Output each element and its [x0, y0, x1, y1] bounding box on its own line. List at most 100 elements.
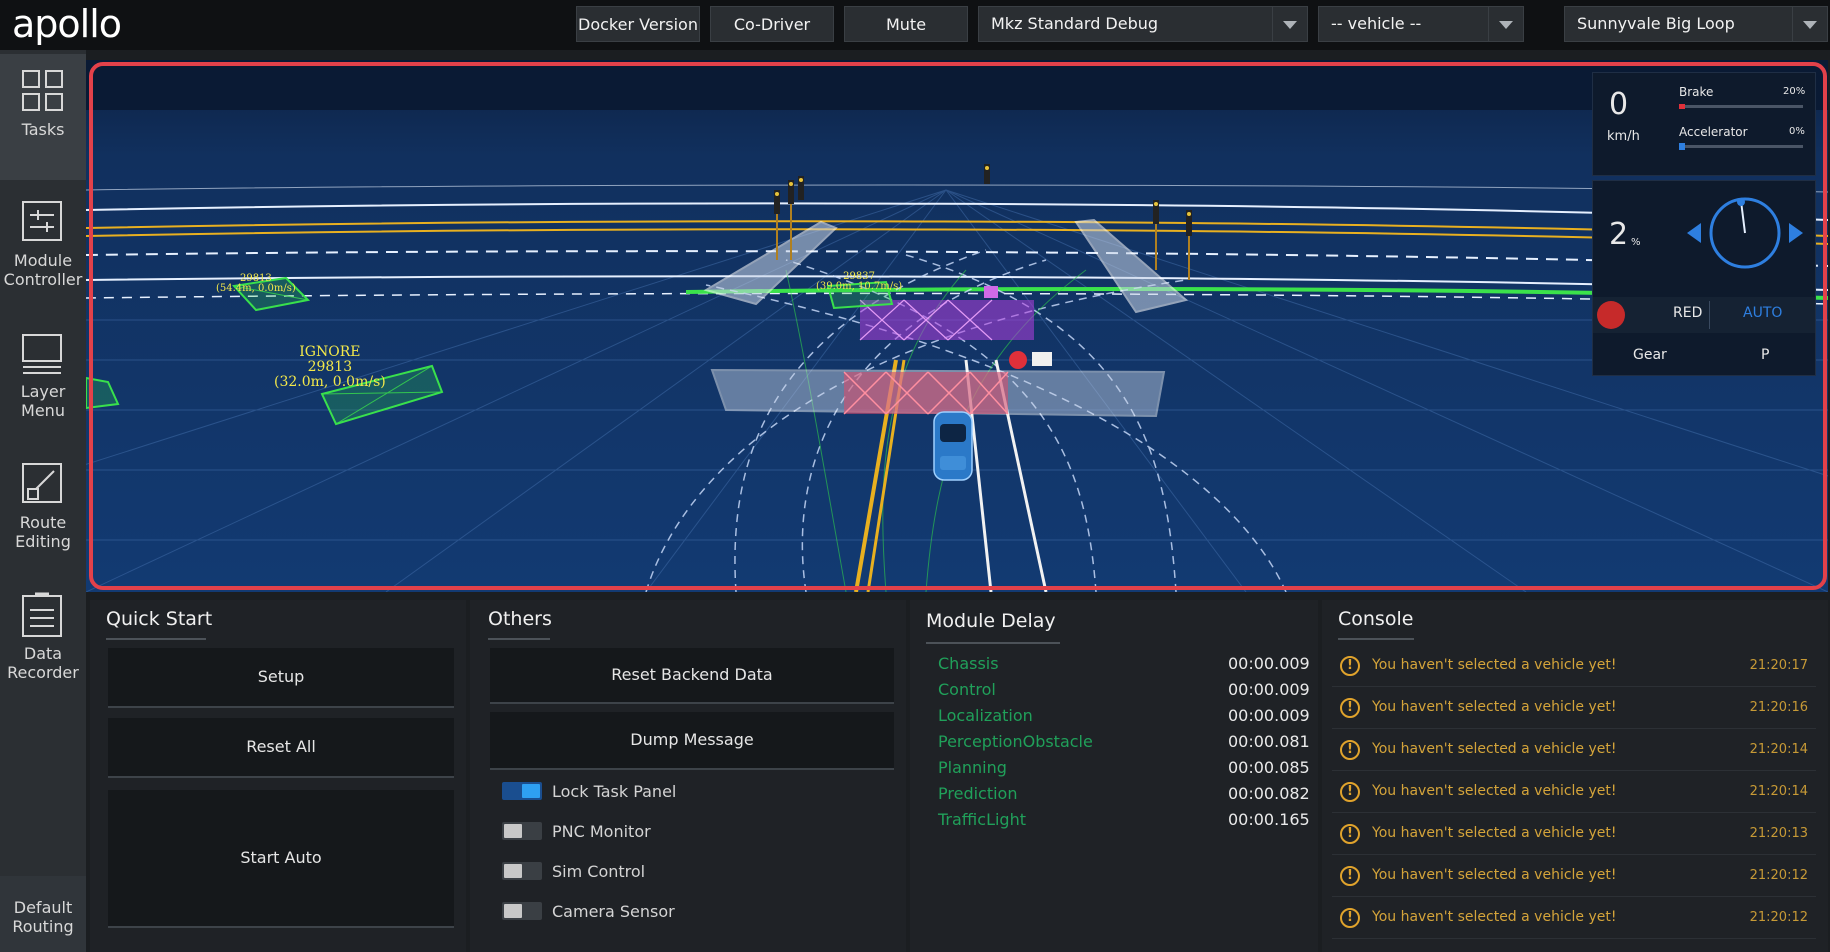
obstacle-distance: (39.0m, 10.7m/s): [816, 281, 903, 292]
console-message: ! You haven't selected a vehicle yet! 21…: [1332, 856, 1816, 897]
warning-icon: !: [1340, 908, 1360, 928]
sidebar-item-tasks[interactable]: Tasks: [0, 54, 86, 180]
title-underline: [488, 638, 550, 640]
sidebar-item-label: Module Controller: [3, 251, 83, 289]
toggle-knob: [504, 864, 522, 878]
sidebar-item-data-recorder[interactable]: Data Recorder: [0, 578, 86, 704]
camera-sensor-toggle[interactable]: [502, 902, 542, 920]
toggle-label: Camera Sensor: [552, 902, 675, 921]
sidebar-item-label: Default Routing: [12, 898, 74, 936]
route-editing-icon: [22, 463, 62, 503]
console-message-time: 21:20:12: [1749, 868, 1808, 883]
brake-value: 20%: [1783, 86, 1806, 97]
scene-view[interactable]: 29813 (54.4m, 0.0m/s) IGNORE 29813 (32.0…: [86, 60, 1828, 592]
traffic-signal-icon: [1597, 301, 1625, 329]
vehicle-select[interactable]: -- vehicle --: [1318, 6, 1524, 42]
layer-menu-icon: [22, 334, 62, 374]
chevron-down-icon: [1792, 7, 1827, 41]
console-message-time: 21:20:14: [1749, 784, 1808, 799]
console-message-time: 21:20:12: [1749, 910, 1808, 925]
mode-select[interactable]: Mkz Standard Debug: [978, 6, 1308, 42]
scene-graphics: [86, 60, 1828, 592]
gear-label: Gear: [1633, 347, 1667, 363]
obstacle-label: 29837 (39.0m, 10.7m/s): [816, 272, 902, 292]
module-name: PerceptionObstacle: [938, 732, 1093, 751]
sidebar-item-label: Layer Menu: [20, 382, 66, 420]
console-message-text: You haven't selected a vehicle yet!: [1372, 657, 1617, 673]
console-message-text: You haven't selected a vehicle yet!: [1372, 699, 1617, 715]
sim-control-toggle[interactable]: [502, 862, 542, 880]
chevron-down-icon: [1488, 7, 1523, 41]
top-bar: apollo Docker Version Co-Driver Mute Mkz…: [0, 0, 1830, 50]
panel-title: Module Delay: [926, 610, 1056, 632]
title-underline: [106, 638, 206, 640]
console-message: ! You haven't selected a vehicle yet! 21…: [1332, 688, 1816, 729]
console-message-text: You haven't selected a vehicle yet!: [1372, 741, 1617, 757]
apollo-logo: apollo: [12, 2, 122, 46]
co-driver-button[interactable]: Co-Driver: [710, 6, 834, 42]
module-name: TrafficLight: [938, 810, 1026, 829]
signal-label: RED: [1673, 305, 1703, 321]
warning-icon: !: [1340, 782, 1360, 802]
console-message-text: You haven't selected a vehicle yet!: [1372, 867, 1617, 883]
map-select[interactable]: Sunnyvale Big Loop: [1564, 6, 1828, 42]
others-panel: Others Reset Backend Data Dump Message L…: [470, 600, 906, 952]
reset-backend-data-button[interactable]: Reset Backend Data: [490, 648, 894, 704]
toggle-knob: [504, 904, 522, 918]
obstacle-distance: (32.0m, 0.0m/s): [274, 374, 386, 390]
warning-icon: !: [1340, 698, 1360, 718]
obstacle-decision: IGNORE: [299, 344, 361, 360]
obstacle-distance: (54.4m, 0.0m/s): [216, 283, 296, 294]
sidebar-item-module-controller[interactable]: Module Controller: [0, 185, 86, 311]
console-message-time: 21:20:14: [1749, 742, 1808, 757]
pnc-monitor-toggle[interactable]: [502, 822, 542, 840]
sidebar-item-label: Route Editing: [15, 513, 71, 551]
steering-value: 2: [1609, 217, 1629, 252]
obstacle-id: 29813: [307, 359, 353, 375]
obstacle-label: 29813 (54.4m, 0.0m/s): [216, 274, 296, 294]
obstacle-label: IGNORE 29813 (32.0m, 0.0m/s): [274, 345, 386, 390]
dump-message-button[interactable]: Dump Message: [490, 712, 894, 770]
toggle-label: PNC Monitor: [552, 822, 651, 841]
module-delay-value: 00:00.085: [1228, 758, 1310, 777]
console-message-time: 21:20:13: [1749, 826, 1808, 841]
module-delay-panel: Module Delay Chassis 00:00.009 Control 0…: [910, 600, 1318, 952]
module-name: Control: [938, 680, 996, 699]
accelerator-label: Accelerator: [1679, 125, 1748, 139]
warning-icon: !: [1340, 656, 1360, 676]
divider: [1709, 301, 1710, 329]
console-message: ! You haven't selected a vehicle yet! 21…: [1332, 772, 1816, 813]
steering-wheel-icon: [1687, 197, 1803, 269]
panel-title: Quick Start: [106, 608, 213, 630]
sidebar-item-route-editing[interactable]: Route Editing: [0, 447, 86, 573]
speed-value: 0: [1609, 87, 1629, 122]
warning-icon: !: [1340, 824, 1360, 844]
warning-icon: !: [1340, 740, 1360, 760]
lock-task-panel-toggle[interactable]: [502, 782, 542, 800]
data-recorder-icon: [22, 592, 62, 637]
mode-select-value: Mkz Standard Debug: [991, 14, 1159, 33]
console-message-text: You haven't selected a vehicle yet!: [1372, 909, 1617, 925]
panel-title: Others: [488, 608, 552, 630]
sidebar-item-label: Data Recorder: [7, 644, 79, 682]
console-message: ! You haven't selected a vehicle yet! 21…: [1332, 730, 1816, 771]
sidebar-item-default-routing[interactable]: Default Routing: [0, 876, 86, 952]
panel-title: Console: [1338, 608, 1414, 630]
module-delay-value: 00:00.009: [1228, 680, 1310, 699]
steering-unit: %: [1631, 237, 1641, 248]
start-auto-button[interactable]: Start Auto: [108, 790, 454, 928]
module-controller-icon: [22, 201, 62, 241]
reset-all-button[interactable]: Reset All: [108, 718, 454, 778]
console-panel: Console ! You haven't selected a vehicle…: [1322, 600, 1828, 952]
module-name: Planning: [938, 758, 1007, 777]
setup-button[interactable]: Setup: [108, 648, 454, 708]
module-name: Localization: [938, 706, 1033, 725]
console-message: ! You haven't selected a vehicle yet! 21…: [1332, 646, 1816, 687]
vehicle-select-value: -- vehicle --: [1331, 14, 1422, 33]
sidebar-item-layer-menu[interactable]: Layer Menu: [0, 316, 86, 442]
side-nav: Tasks Module Controller Layer Menu Route…: [0, 50, 86, 952]
docker-version-button[interactable]: Docker Version: [576, 6, 700, 42]
toggle-label: Lock Task Panel: [552, 782, 677, 801]
mute-button[interactable]: Mute: [844, 6, 968, 42]
brake-label: Brake: [1679, 85, 1714, 99]
